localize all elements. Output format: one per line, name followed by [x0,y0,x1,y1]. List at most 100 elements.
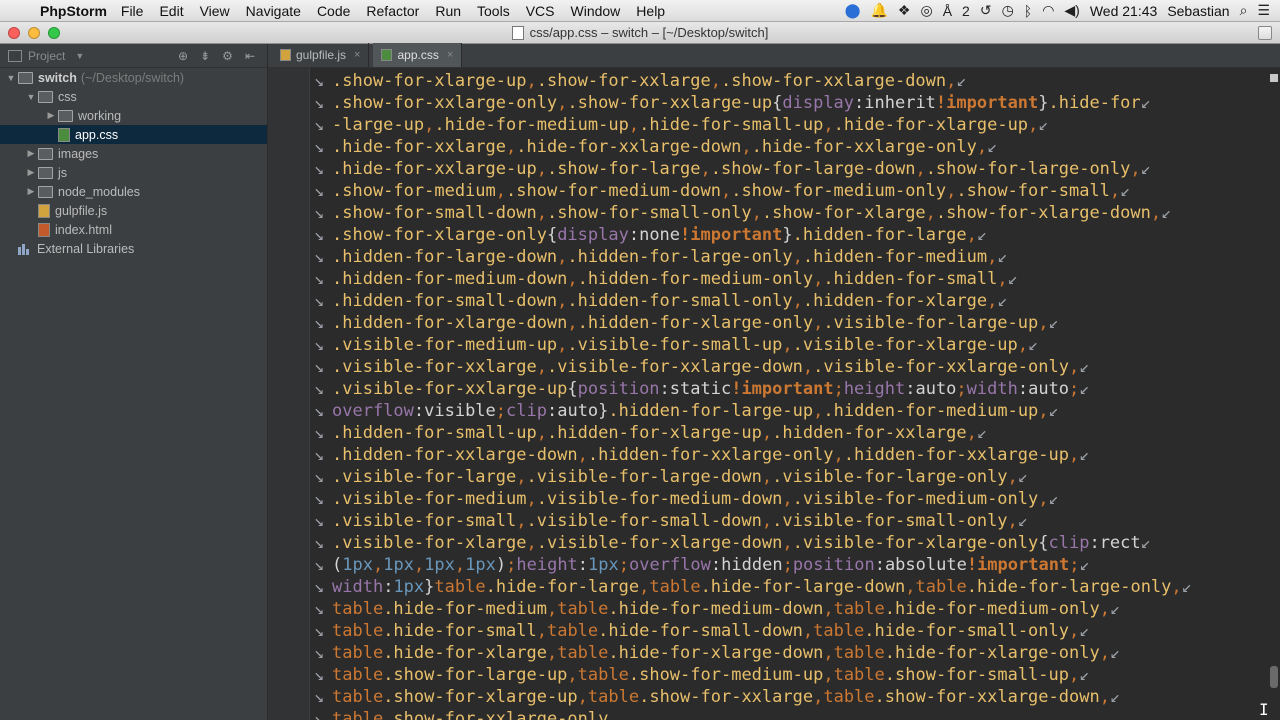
zoom-window-button[interactable] [48,27,60,39]
tab-app-css[interactable]: app.css × [373,43,463,67]
code-area[interactable]: ↘ .show-for-xlarge-up,.show-for-xxlarge,.… [314,70,1192,720]
collapse-arrow-icon[interactable]: ▶ [24,186,38,197]
sync-icon[interactable]: ◎ [920,2,932,19]
code-line[interactable]: ↘ table.hide-for-xlarge,table.hide-for-xl… [314,642,1192,664]
tree-item-app-css[interactable]: app.css [0,125,267,144]
minimize-window-button[interactable] [28,27,40,39]
settings-gear-icon[interactable]: ⚙ [222,49,233,63]
code-line[interactable]: ↘ .hidden-for-large-down,.hidden-for-larg… [314,246,1192,268]
tree-item-working[interactable]: ▶ working [0,106,267,125]
code-line[interactable]: ↘ table.hide-for-medium,table.hide-for-me… [314,598,1192,620]
close-icon[interactable]: × [354,49,360,61]
menu-run[interactable]: Run [435,3,461,19]
tray-app-icon[interactable]: ⬤ [845,2,861,19]
code-line[interactable]: ↘ .visible-for-small,.visible-for-small-d… [314,510,1192,532]
tree-item-switch[interactable]: ▼ switch (~/Desktop/switch) [0,68,267,87]
tab-gulpfile-js[interactable]: gulpfile.js × [272,43,370,67]
code-line[interactable]: ↘ .visible-for-xxlarge,.visible-for-xxlar… [314,356,1192,378]
collapse-arrow-icon[interactable]: ▶ [24,148,38,159]
dropbox-icon[interactable]: ❖ [898,2,911,19]
soft-wrap-continuation-icon: ↘ [314,115,325,135]
tree-item-node-modules[interactable]: ▶ node_modules [0,182,267,201]
bluetooth-icon[interactable]: ᛒ [1024,3,1032,19]
code-line[interactable]: ↘ .visible-for-medium,.visible-for-medium… [314,488,1192,510]
clock-icon[interactable]: ◷ [1002,2,1014,19]
expand-arrow-icon[interactable]: ▼ [4,73,18,83]
chevron-down-icon[interactable]: ▼ [75,51,84,61]
code-editor[interactable]: ↘ .show-for-xlarge-up,.show-for-xxlarge,.… [268,68,1280,720]
close-window-button[interactable] [8,27,20,39]
notification-center-icon[interactable]: ☰ [1257,2,1270,19]
scroll-from-source-icon[interactable]: ⊕ [178,49,188,63]
code-line[interactable]: ↘ (1px,1px,1px,1px);height:1px;overflow:h… [314,554,1192,576]
code-line[interactable]: ↘ table.show-for-xlarge-up,table.show-for… [314,686,1192,708]
code-line[interactable]: ↘ .visible-for-large,.visible-for-large-d… [314,466,1192,488]
menu-tools[interactable]: Tools [477,3,510,19]
code-line[interactable]: ↘ table.hide-for-small,table.hide-for-sma… [314,620,1192,642]
code-line[interactable]: ↘ width:1px}table.hide-for-large,table.hi… [314,576,1192,598]
collapse-arrow-icon[interactable]: ▶ [24,167,38,178]
battery-count[interactable]: 2 [962,3,970,19]
expand-arrow-icon[interactable]: ▼ [24,92,38,102]
menu-vcs[interactable]: VCS [526,3,555,19]
code-token: } [1038,93,1049,113]
time-machine-icon[interactable]: ↺ [980,2,992,19]
hide-panel-icon[interactable]: ⇤ [245,49,255,63]
close-icon[interactable]: × [447,49,453,61]
editor-gutter[interactable] [268,68,310,720]
code-line[interactable]: ↘ .show-for-xlarge-up,.show-for-xxlarge,.… [314,70,1192,92]
menu-file[interactable]: File [121,3,144,19]
code-line[interactable]: ↘ .visible-for-medium-up,.visible-for-sma… [314,334,1192,356]
code-line[interactable]: ↘ table.show-for-xxlarge-only, [314,708,1192,720]
code-token: } [424,577,435,597]
collapse-all-icon[interactable]: ⇟ [200,49,210,63]
code-line[interactable]: ↘ .hide-for-xxlarge-up,.show-for-large,.s… [314,158,1192,180]
folder-icon [58,109,73,122]
menu-app-name[interactable]: PhpStorm [40,3,107,19]
menu-user[interactable]: Sebastian [1167,3,1229,19]
tree-item-images[interactable]: ▶ images [0,144,267,163]
code-line[interactable]: ↘ .show-for-small-down,.show-for-small-on… [314,202,1192,224]
code-line[interactable]: ↘ overflow:visible;clip:auto}.hidden-for-… [314,400,1192,422]
code-line[interactable]: ↘ .show-for-xlarge-only{display:none!impo… [314,224,1192,246]
code-token: , [1068,445,1080,465]
scrollbar-thumb[interactable] [1270,666,1278,688]
fullscreen-button[interactable] [1258,26,1272,40]
volume-icon[interactable]: ◀) [1064,2,1079,19]
spotlight-search-icon[interactable]: ⌕ [1240,2,1248,19]
code-line[interactable]: ↘ -large-up,.hide-for-medium-up,.hide-for… [314,114,1192,136]
code-line[interactable]: ↘ table.show-for-large-up,table.show-for-… [314,664,1192,686]
tree-item-index-html[interactable]: index.html [0,220,267,239]
tree-item-external-libraries[interactable]: External Libraries [0,239,267,258]
menu-refactor[interactable]: Refactor [366,3,419,19]
tree-item-js[interactable]: ▶ js [0,163,267,182]
code-line[interactable]: ↘ .hidden-for-medium-down,.hidden-for-med… [314,268,1192,290]
code-token: :visible [413,401,496,421]
collapse-arrow-icon[interactable]: ▶ [44,110,58,121]
code-line[interactable]: ↘ .show-for-medium,.show-for-medium-down,… [314,180,1192,202]
menu-view[interactable]: View [200,3,230,19]
code-line[interactable]: ↘ .hidden-for-xxlarge-down,.hidden-for-xx… [314,444,1192,466]
menu-navigate[interactable]: Navigate [246,3,301,19]
tree-item-css[interactable]: ▼ css [0,87,267,106]
tree-item-gulpfile-js[interactable]: gulpfile.js [0,201,267,220]
menu-clock[interactable]: Wed 21:43 [1090,3,1157,19]
code-line[interactable]: ↘ .hidden-for-small-up,.hidden-for-xlarge… [314,422,1192,444]
menu-help[interactable]: Help [636,3,665,19]
notification-bell-icon[interactable]: 🔔 [870,2,887,19]
code-line[interactable]: ↘ .visible-for-xlarge,.visible-for-xlarge… [314,532,1192,554]
inspection-status-marker[interactable] [1270,74,1278,82]
menu-window[interactable]: Window [571,3,621,19]
adobe-icon[interactable]: Å [943,3,952,19]
code-line[interactable]: ↘ .visible-for-xxlarge-up{position:static… [314,378,1192,400]
menu-edit[interactable]: Edit [159,3,183,19]
code-line[interactable]: ↘ .show-for-xxlarge-only,.show-for-xxlarg… [314,92,1192,114]
editor-scrollbar[interactable] [1268,68,1280,720]
code-line[interactable]: ↘ .hide-for-xxlarge,.hide-for-xxlarge-dow… [314,136,1192,158]
wifi-icon[interactable]: ◠ [1042,2,1054,19]
menu-code[interactable]: Code [317,3,350,19]
code-token: .hidden-for-medium [802,247,988,267]
project-view-selector[interactable]: Project [28,49,65,63]
code-line[interactable]: ↘ .hidden-for-xlarge-down,.hidden-for-xla… [314,312,1192,334]
code-line[interactable]: ↘ .hidden-for-small-down,.hidden-for-smal… [314,290,1192,312]
